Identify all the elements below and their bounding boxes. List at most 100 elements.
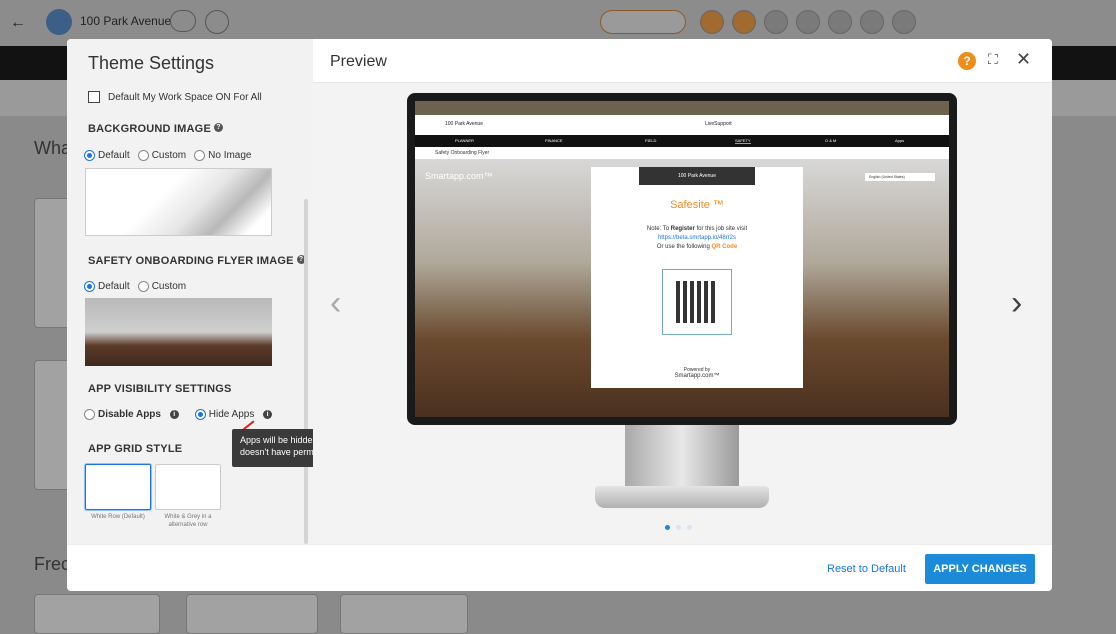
- preview-note-line3: Or use the following QR Code: [591, 243, 803, 252]
- preview-safesite-logo: Safesite ™: [670, 199, 724, 211]
- apply-changes-button[interactable]: APPLY CHANGES: [925, 554, 1035, 584]
- radio-unselected-icon[interactable]: [137, 150, 149, 161]
- back-arrow-icon[interactable]: ←: [10, 14, 26, 32]
- modal-footer: Reset to Default APPLY CHANGES: [67, 544, 1052, 591]
- preview-register-link: https://beta.smrtapp.io/48rr2s: [657, 235, 737, 241]
- users-icon[interactable]: [892, 10, 916, 34]
- settings-panel: Theme Settings Default My Work Space ON …: [67, 39, 313, 544]
- flyer-image-title: SAFETY ONBOARDING FLYER IMAGE: [88, 255, 294, 267]
- theme-settings-modal: Theme Settings Default My Work Space ON …: [67, 39, 1052, 591]
- default-workspace-checkbox[interactable]: [88, 91, 100, 103]
- preview-breadcrumb: Safety Onboarding Flyer: [415, 147, 949, 159]
- bg-card: [340, 594, 468, 634]
- preview-card-header: 100 Park Avenue: [639, 167, 755, 185]
- preview-title: Preview: [330, 53, 387, 70]
- radio-label: No Image: [208, 150, 252, 161]
- close-icon[interactable]: ✕: [1016, 49, 1031, 70]
- project-location[interactable]: 100 Park Avenue: [80, 14, 171, 28]
- info-icon[interactable]: i: [169, 410, 179, 419]
- grid-style-label: White Row (Default): [91, 514, 145, 520]
- project-avatar[interactable]: [46, 9, 72, 35]
- default-workspace-label: Default My Work Space ON For All: [108, 91, 262, 103]
- carousel-dot[interactable]: [687, 525, 692, 530]
- radio-unselected-icon[interactable]: [84, 409, 95, 420]
- fullscreen-icon[interactable]: ⛶: [988, 51, 998, 68]
- help-icon[interactable]: ?: [958, 52, 976, 70]
- radio-selected-icon[interactable]: [84, 150, 95, 161]
- qr-code-icon: [676, 281, 718, 323]
- app-visibility-heading: APP VISIBILITY SETTINGS: [88, 383, 232, 395]
- app-grid-style-heading: APP GRID STYLE: [88, 443, 183, 455]
- note-text: Note: To: [646, 226, 671, 232]
- reset-to-default-button[interactable]: Reset to Default: [827, 563, 906, 575]
- background-image-preview: [85, 168, 272, 236]
- radio-selected-icon[interactable]: [84, 281, 95, 292]
- notes-icon[interactable]: [828, 10, 852, 34]
- help-icon[interactable]: [700, 10, 724, 34]
- topbar-icon-group: [700, 10, 916, 34]
- preview-nav-item: O & M: [825, 138, 837, 143]
- preview-note-line1: Note: To Register for this job site visi…: [591, 225, 803, 234]
- scrollbar[interactable]: [304, 199, 308, 544]
- preview-nav-item: FINANCE: [545, 138, 563, 143]
- clipboard-icon[interactable]: [764, 10, 788, 34]
- preview-navbar: PLANNER FINANCE FIELD SAFETY O & M Apps: [415, 135, 949, 147]
- radio-label: Disable Apps: [98, 409, 161, 420]
- message-icon[interactable]: [796, 10, 820, 34]
- radio-label: Default: [98, 281, 130, 292]
- info-icon[interactable]: i: [263, 410, 273, 419]
- grid-style-label: White & Grey in a alternative row: [164, 514, 212, 528]
- monitor-screen: 100 Park Avenue LiveSupport PLANNER FINA…: [415, 101, 949, 417]
- preview-qr-code: [662, 269, 732, 335]
- radio-default[interactable]: Default: [84, 150, 130, 161]
- radio-label: Default: [98, 150, 130, 161]
- carousel-dot-active[interactable]: [665, 525, 670, 530]
- preview-location: 100 Park Avenue: [445, 121, 483, 127]
- background-image-heading: BACKGROUND IMAGE?: [88, 123, 223, 135]
- default-workspace-row[interactable]: Default My Work Space ON For All: [88, 91, 262, 103]
- preview-powered-by: Powered by Smartapp.com™: [591, 367, 803, 379]
- grid-style-option-white-row[interactable]: [85, 464, 151, 510]
- radio-label: Custom: [151, 281, 187, 292]
- help-icon[interactable]: ?: [213, 123, 223, 132]
- note-emphasis-text: QR Code: [711, 244, 738, 250]
- next-slide-icon[interactable]: ›: [1011, 284, 1022, 323]
- preview-topbar: 100 Park Avenue LiveSupport: [415, 115, 949, 135]
- preview-flyer-card: 100 Park Avenue Safesite ™ Note: To Regi…: [591, 167, 803, 388]
- radio-unselected-icon[interactable]: [194, 150, 206, 161]
- tools-icon[interactable]: [732, 10, 756, 34]
- bg-card: [34, 594, 160, 634]
- settings-scroll-area[interactable]: Default My Work Space ON For All BACKGRO…: [67, 83, 313, 544]
- radio-label: Hide Apps: [208, 409, 255, 420]
- radio-custom[interactable]: Custom: [137, 150, 187, 161]
- radio-default[interactable]: Default: [84, 281, 130, 292]
- search-icon[interactable]: [205, 10, 229, 34]
- live-support-button[interactable]: [600, 10, 686, 34]
- radio-custom[interactable]: Custom: [137, 281, 187, 292]
- bg-section-title: Wha: [34, 138, 72, 158]
- bg-recent-title: Frec: [34, 554, 70, 574]
- project-dropdown-button[interactable]: [170, 10, 196, 32]
- radio-selected-icon[interactable]: [194, 409, 206, 420]
- preview-nav-item: SAFETY: [735, 138, 751, 144]
- radio-hide-apps[interactable]: Hide Apps i: [194, 409, 273, 420]
- grid-style-option-alternating[interactable]: [155, 464, 221, 510]
- preview-nav-item: FIELD: [645, 138, 657, 143]
- radio-label: Custom: [151, 150, 187, 161]
- preview-panel: Preview ? ⛶ ✕ ‹ › 100 Park Avenue LiveSu…: [313, 39, 1052, 544]
- background-image-title: BACKGROUND IMAGE: [88, 123, 211, 135]
- radio-disable-apps[interactable]: Disable Apps i: [84, 409, 179, 420]
- carousel-dot[interactable]: [676, 525, 681, 530]
- radio-unselected-icon[interactable]: [137, 281, 149, 292]
- radio-no-image[interactable]: No Image: [194, 150, 252, 161]
- background-image-options: Default Custom No Image: [84, 150, 252, 161]
- previous-slide-icon[interactable]: ‹: [330, 284, 341, 323]
- monitor-stand: [625, 425, 739, 489]
- preview-live-support: LiveSupport: [705, 121, 732, 127]
- note-text: Or use the following: [656, 244, 712, 250]
- preview-nav-item: Apps: [895, 138, 905, 143]
- preview-nav-item: PLANNER: [455, 138, 474, 143]
- powered-by-brand: Smartapp.com™: [674, 373, 720, 379]
- flyer-image-options: Default Custom: [84, 281, 186, 292]
- chat-icon[interactable]: [860, 10, 884, 34]
